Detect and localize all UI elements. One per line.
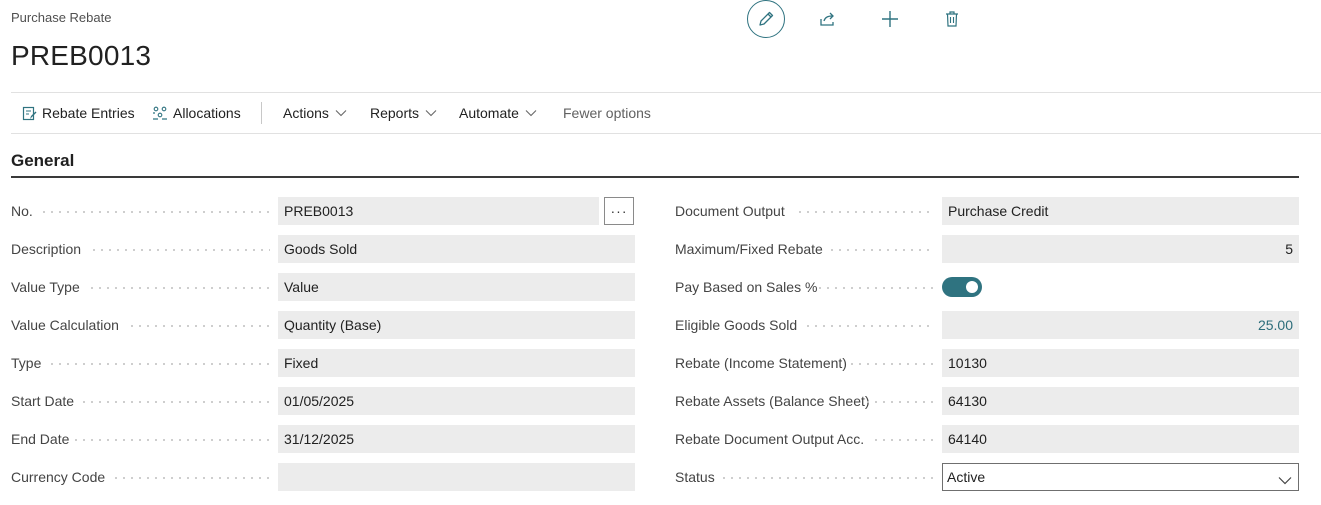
field-rebate-assets-balance-sheet: Rebate Assets (Balance Sheet) 64130 <box>0 387 1310 415</box>
chevron-down-icon <box>335 109 347 117</box>
share-icon <box>820 12 834 26</box>
edit-button[interactable] <box>747 0 785 38</box>
edit-pencil-icon <box>759 11 774 26</box>
rebate-income-statement-input[interactable]: 10130 <box>942 349 1299 377</box>
field-label: Status <box>675 469 715 485</box>
field-rebate-income-statement: Rebate (Income Statement) 10130 <box>0 349 1310 377</box>
ribbon-divider <box>261 102 262 124</box>
rebate-entries-button[interactable]: Rebate Entries <box>22 93 135 133</box>
field-rebate-document-output-acc: Rebate Document Output Acc. 64140 <box>0 425 1310 453</box>
reports-menu[interactable]: Reports <box>370 93 437 133</box>
label-leader-dots <box>816 287 934 289</box>
fewer-options-button[interactable]: Fewer options <box>563 93 651 133</box>
delete-button[interactable] <box>933 0 971 38</box>
maximum-fixed-rebate-input[interactable]: 5 <box>942 235 1299 263</box>
label-leader-dots <box>720 477 934 479</box>
pay-based-on-sales-toggle[interactable] <box>942 277 982 297</box>
label-leader-dots <box>796 211 934 213</box>
field-eligible-goods-sold: Eligible Goods Sold 25.00 <box>0 311 1310 339</box>
share-button[interactable] <box>809 0 847 38</box>
field-document-output: Document Output Purchase Credit <box>0 197 1310 225</box>
field-label: Eligible Goods Sold <box>675 317 798 333</box>
action-ribbon: Rebate Entries Allocations Actions Repor… <box>11 92 1321 134</box>
label-leader-dots <box>864 401 934 403</box>
actions-label: Actions <box>283 105 329 121</box>
status-select[interactable]: Active <box>942 463 1299 491</box>
eligible-goods-sold-link[interactable]: 25.00 <box>942 311 1299 339</box>
entries-icon <box>22 106 37 121</box>
reports-label: Reports <box>370 105 420 121</box>
rebate-document-output-acc-input[interactable]: 64140 <box>942 425 1299 453</box>
new-plus-icon <box>882 11 898 27</box>
chevron-down-icon <box>525 109 537 117</box>
automate-menu[interactable]: Automate <box>459 93 537 133</box>
field-label: Rebate (Income Statement) <box>675 355 847 371</box>
field-label: Document Output <box>675 203 785 219</box>
label-leader-dots <box>828 249 934 251</box>
allocations-label: Allocations <box>173 105 241 121</box>
page-caption: Purchase Rebate <box>11 10 112 25</box>
status-select-value: Active <box>947 469 986 485</box>
rebate-entries-label: Rebate Entries <box>42 105 135 121</box>
field-label: Rebate Assets (Balance Sheet) <box>675 393 870 409</box>
label-leader-dots <box>872 439 934 441</box>
field-label: Rebate Document Output Acc. <box>675 431 865 447</box>
section-title-general[interactable]: General <box>11 151 74 171</box>
field-status: Status Active <box>0 463 1310 491</box>
label-leader-dots <box>848 363 934 365</box>
section-divider <box>11 176 1299 178</box>
field-label: Pay Based on Sales % <box>675 279 818 295</box>
delete-trash-icon <box>946 11 958 27</box>
allocations-button[interactable]: Allocations <box>152 93 241 133</box>
rebate-assets-balance-sheet-input[interactable]: 64130 <box>942 387 1299 415</box>
field-maximum-fixed-rebate: Maximum/Fixed Rebate 5 <box>0 235 1310 263</box>
field-label: Maximum/Fixed Rebate <box>675 241 823 257</box>
chevron-down-icon <box>1278 472 1292 488</box>
automate-label: Automate <box>459 105 519 121</box>
actions-menu[interactable]: Actions <box>283 93 347 133</box>
page-title: PREB0013 <box>11 40 152 71</box>
document-output-input[interactable]: Purchase Credit <box>942 197 1299 225</box>
new-button[interactable] <box>871 0 909 38</box>
allocations-icon <box>152 106 168 121</box>
label-leader-dots <box>804 325 934 327</box>
toggle-knob <box>966 281 978 293</box>
field-pay-based-on-sales: Pay Based on Sales % <box>0 273 1310 301</box>
chevron-down-icon <box>425 109 437 117</box>
